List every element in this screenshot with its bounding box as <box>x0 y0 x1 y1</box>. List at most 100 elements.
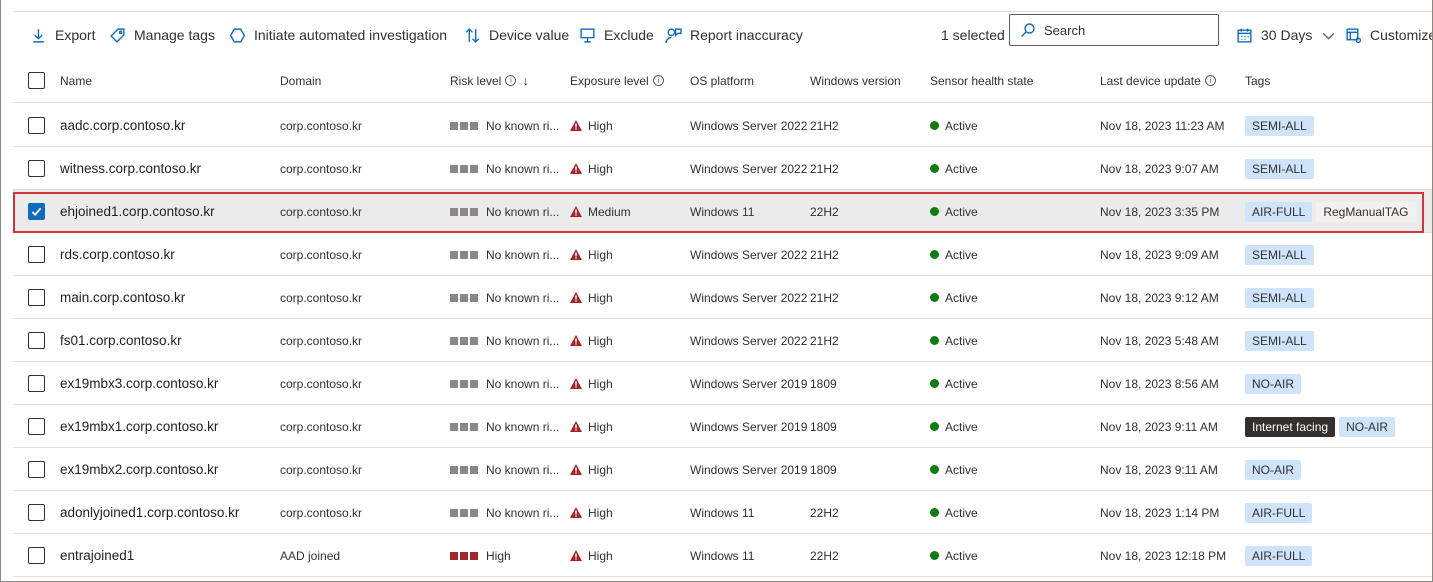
device-name-link[interactable]: fs01.corp.contoso.kr <box>60 319 275 362</box>
last-update-cell: Nov 18, 2023 9:07 AM <box>1100 161 1219 176</box>
domain-cell: corp.contoso.kr <box>280 462 363 477</box>
exposure-level-cell: Medium <box>570 190 685 233</box>
column-header-name[interactable]: Name <box>60 58 92 103</box>
device-name-link[interactable]: main.corp.contoso.kr <box>60 276 275 319</box>
calendar-icon <box>1234 25 1254 45</box>
search-input[interactable] <box>1044 22 1204 38</box>
person-feedback-icon <box>663 25 683 45</box>
device-name-link[interactable]: ehjoined1.corp.contoso.kr <box>60 190 275 233</box>
manage-tags-button[interactable]: Manage tags <box>107 12 215 58</box>
row-checkbox[interactable] <box>28 547 45 564</box>
exposure-level-text: High <box>588 247 613 262</box>
table-row[interactable]: rds.corp.contoso.kr corp.contoso.kr No kno… <box>13 233 1432 276</box>
device-tag[interactable]: Internet facing <box>1245 416 1336 437</box>
row-checkbox[interactable] <box>28 375 45 392</box>
warning-triangle-icon <box>570 335 582 346</box>
warning-triangle-icon <box>570 249 582 260</box>
device-tag[interactable]: SEMI-ALL <box>1245 287 1314 308</box>
risk-bars-icon <box>450 551 478 560</box>
os-platform-cell: Windows Server 2019 <box>690 376 808 391</box>
status-dot-icon <box>930 551 939 560</box>
table-row[interactable]: main.corp.contoso.kr corp.contoso.kr No kn… <box>13 276 1432 319</box>
table-row[interactable]: ehjoined1.corp.contoso.kr corp.contoso.kr… <box>13 190 1432 233</box>
risk-level-cell: No known ri... <box>450 448 565 491</box>
windows-version-cell: 21H2 <box>810 290 839 305</box>
table-row[interactable]: ex19mbx2.corp.contoso.kr corp.contoso.kr N… <box>13 448 1432 491</box>
risk-bars-icon <box>450 250 478 259</box>
download-icon <box>28 25 48 45</box>
search-box[interactable] <box>1009 14 1219 46</box>
os-platform-cell: Windows Server 2022 <box>690 247 808 262</box>
row-checkbox[interactable] <box>28 418 45 435</box>
column-header-domain[interactable]: Domain <box>280 58 321 103</box>
windows-version-cell: 21H2 <box>810 247 839 262</box>
risk-level-cell: No known ri... <box>450 190 565 233</box>
device-name-link[interactable]: entrajoined1 <box>60 534 275 577</box>
risk-bars-icon <box>450 121 478 130</box>
column-header-risk-level[interactable]: Risk level i ↓ <box>450 58 529 103</box>
row-checkbox[interactable] <box>28 117 45 134</box>
device-name-link[interactable]: ex19mbx3.corp.contoso.kr <box>60 362 275 405</box>
device-name-link[interactable]: aadc.corp.contoso.kr <box>60 104 275 147</box>
device-tag[interactable]: SEMI-ALL <box>1245 158 1314 179</box>
windows-version-cell: 1809 <box>810 419 837 434</box>
column-header-tags[interactable]: Tags <box>1245 58 1270 103</box>
device-tag[interactable]: NO-AIR <box>1245 459 1301 480</box>
column-header-exposure-level[interactable]: Exposure level i <box>570 58 664 103</box>
time-range-dropdown[interactable]: 30 Days <box>1234 12 1338 58</box>
risk-bars-icon <box>450 508 478 517</box>
table-row[interactable]: aadc.corp.contoso.kr corp.contoso.kr No kn… <box>13 104 1432 147</box>
device-name-link[interactable]: rds.corp.contoso.kr <box>60 233 275 276</box>
info-icon[interactable]: i <box>1204 75 1216 86</box>
row-checkbox[interactable] <box>28 289 45 306</box>
device-tag[interactable]: NO-AIR <box>1339 416 1396 437</box>
report-inaccuracy-button[interactable]: Report inaccuracy <box>663 12 803 58</box>
device-tag[interactable]: SEMI-ALL <box>1245 115 1314 136</box>
customize-columns-button[interactable]: Customize <box>1343 12 1432 58</box>
manage-tags-label: Manage tags <box>134 27 215 43</box>
table-row[interactable]: entrajoined1 AAD joined High High Windows 11… <box>13 534 1432 577</box>
table-row[interactable]: fs01.corp.contoso.kr corp.contoso.kr No kn… <box>13 319 1432 362</box>
initiate-investigation-button[interactable]: Initiate automated investigation <box>227 12 447 58</box>
device-tag[interactable]: AIR-FULL <box>1245 545 1313 566</box>
device-name-link[interactable]: adonlyjoined1.corp.contoso.kr <box>60 491 275 534</box>
row-checkbox[interactable] <box>28 246 45 263</box>
status-dot-icon <box>930 121 939 130</box>
device-name-link[interactable]: witness.corp.contoso.kr <box>60 147 275 190</box>
domain-cell: corp.contoso.kr <box>280 419 363 434</box>
table-row[interactable]: witness.corp.contoso.kr corp.contoso.kr No… <box>13 147 1432 190</box>
last-update-cell: Nov 18, 2023 3:35 PM <box>1100 204 1220 219</box>
column-header-windows-version[interactable]: Windows version <box>810 58 901 103</box>
table-row[interactable]: adonlyjoined1.corp.contoso.kr corp.contos… <box>13 491 1432 534</box>
info-icon[interactable]: i <box>652 75 664 86</box>
table-row[interactable]: ex19mbx3.corp.contoso.kr corp.contoso.kr N… <box>13 362 1432 405</box>
os-platform-cell: Windows 11 <box>690 204 755 219</box>
status-dot-icon <box>930 379 939 388</box>
windows-version-cell: 21H2 <box>810 118 839 133</box>
device-tag[interactable]: SEMI-ALL <box>1245 330 1314 351</box>
row-checkbox[interactable] <box>28 504 45 521</box>
device-tag[interactable]: AIR-FULL <box>1245 502 1313 523</box>
row-checkbox[interactable] <box>28 461 45 478</box>
device-tag[interactable]: AIR-FULL <box>1245 201 1313 222</box>
column-header-os-platform[interactable]: OS platform <box>690 58 754 103</box>
sort-descending-icon[interactable]: ↓ <box>522 73 529 88</box>
row-checkbox[interactable] <box>28 332 45 349</box>
column-header-sensor-health[interactable]: Sensor health state <box>930 58 1033 103</box>
select-all-checkbox[interactable] <box>28 72 45 89</box>
column-header-last-update[interactable]: Last device update i <box>1100 58 1216 103</box>
device-value-button[interactable]: Device value <box>462 12 569 58</box>
device-tag[interactable]: NO-AIR <box>1245 373 1301 394</box>
row-checkbox[interactable] <box>28 203 45 220</box>
info-icon[interactable]: i <box>505 75 517 86</box>
warning-triangle-icon <box>570 421 582 432</box>
exclude-button[interactable]: Exclude <box>577 12 654 58</box>
row-checkbox[interactable] <box>28 160 45 177</box>
table-row[interactable]: ex19mbx1.corp.contoso.kr corp.contoso.kr N… <box>13 405 1432 448</box>
export-button[interactable]: Export <box>28 12 95 58</box>
risk-level-cell: No known ri... <box>450 491 565 534</box>
device-tag[interactable]: RegManualTAG <box>1316 201 1416 222</box>
device-name-link[interactable]: ex19mbx1.corp.contoso.kr <box>60 405 275 448</box>
device-tag[interactable]: SEMI-ALL <box>1245 244 1314 265</box>
device-name-link[interactable]: ex19mbx2.corp.contoso.kr <box>60 448 275 491</box>
